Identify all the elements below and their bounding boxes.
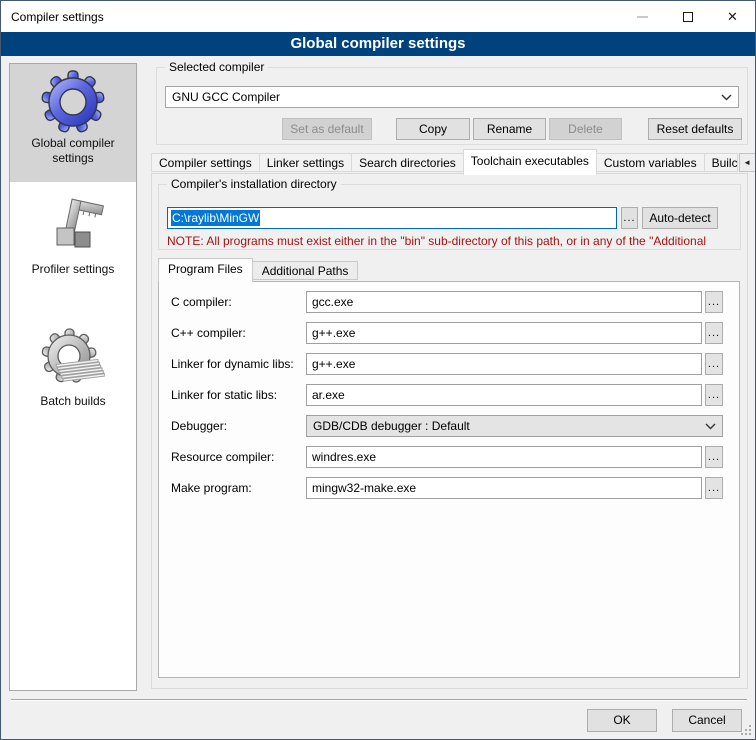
- cpp-compiler-input[interactable]: [306, 322, 702, 344]
- left-arrow-icon: ◄: [743, 158, 751, 167]
- subtab-program-files[interactable]: Program Files: [158, 258, 253, 282]
- tab-linker-settings[interactable]: Linker settings: [259, 153, 352, 172]
- subtab-additional-paths[interactable]: Additional Paths: [252, 261, 359, 280]
- debugger-label: Debugger:: [171, 419, 306, 433]
- sidebar-item-label: Global compiler settings: [10, 134, 136, 174]
- resize-grip[interactable]: [739, 723, 752, 736]
- c-compiler-row: C compiler: ...: [171, 291, 723, 313]
- cancel-button[interactable]: Cancel: [672, 709, 742, 732]
- sidebar-item-label: Batch builds: [10, 392, 136, 417]
- rename-button[interactable]: Rename: [473, 118, 546, 140]
- note-text: NOTE: All programs must exist either in …: [167, 234, 739, 248]
- debugger-value: GDB/CDB debugger : Default: [313, 419, 705, 433]
- page-title: Global compiler settings: [1, 32, 755, 56]
- resource-compiler-browse-button[interactable]: ...: [705, 446, 723, 468]
- batch-gear-icon: [41, 328, 105, 392]
- resource-compiler-label: Resource compiler:: [171, 450, 306, 464]
- dynamic-linker-input[interactable]: [306, 353, 702, 375]
- minimize-button[interactable]: [620, 1, 665, 32]
- settings-tabstrip: Compiler settings Linker settings Search…: [151, 149, 756, 176]
- sidebar-item-label: Profiler settings: [10, 260, 136, 285]
- maximize-icon: [683, 12, 693, 22]
- sidebar-item-global-compiler-settings[interactable]: Global compiler settings: [10, 64, 136, 182]
- tab-build-options-clipped[interactable]: Builc: [704, 153, 738, 172]
- set-as-default-button[interactable]: Set as default: [282, 118, 372, 140]
- blue-gear-icon: [41, 70, 105, 134]
- resource-compiler-input[interactable]: [306, 446, 702, 468]
- static-linker-label: Linker for static libs:: [171, 388, 306, 402]
- program-files-tabstrip: Program Files Additional Paths: [158, 258, 357, 282]
- tab-scroll-left-button[interactable]: ◄: [739, 153, 756, 172]
- dynamic-linker-row: Linker for dynamic libs: ...: [171, 353, 723, 375]
- close-button[interactable]: ✕: [710, 1, 755, 32]
- c-compiler-browse-button[interactable]: ...: [705, 291, 723, 313]
- make-program-browse-button[interactable]: ...: [705, 477, 723, 499]
- footer-divider: [11, 699, 747, 701]
- window-title: Compiler settings: [1, 10, 104, 24]
- make-program-input[interactable]: [306, 477, 702, 499]
- tab-compiler-settings[interactable]: Compiler settings: [151, 153, 260, 172]
- maximize-button[interactable]: [665, 1, 710, 32]
- dynamic-linker-browse-button[interactable]: ...: [705, 353, 723, 375]
- titlebar: Compiler settings ✕: [1, 1, 755, 32]
- tab-custom-variables[interactable]: Custom variables: [596, 153, 705, 172]
- c-compiler-label: C compiler:: [171, 295, 306, 309]
- c-compiler-input[interactable]: [306, 291, 702, 313]
- static-linker-browse-button[interactable]: ...: [705, 384, 723, 406]
- install-dir-selected-text: C:\raylib\MinGW: [171, 210, 260, 226]
- copy-button[interactable]: Copy: [396, 118, 470, 140]
- chevron-down-icon: [705, 419, 716, 433]
- cpp-compiler-label: C++ compiler:: [171, 326, 306, 340]
- tab-toolchain-executables[interactable]: Toolchain executables: [463, 149, 597, 175]
- cpp-compiler-row: C++ compiler: ...: [171, 322, 723, 344]
- tab-search-directories[interactable]: Search directories: [351, 153, 464, 172]
- chevron-down-icon: [721, 94, 732, 101]
- make-program-label: Make program:: [171, 481, 306, 495]
- install-dir-browse-button[interactable]: ...: [621, 207, 638, 229]
- static-linker-row: Linker for static libs: ...: [171, 384, 723, 406]
- install-dir-group-label: Compiler's installation directory: [167, 177, 341, 191]
- resource-compiler-row: Resource compiler: ...: [171, 446, 723, 468]
- caliper-icon: [41, 196, 105, 260]
- static-linker-input[interactable]: [306, 384, 702, 406]
- ok-button[interactable]: OK: [587, 709, 657, 732]
- selected-compiler-group-label: Selected compiler: [165, 60, 268, 74]
- sidebar-item-batch-builds[interactable]: Batch builds: [10, 288, 136, 418]
- debugger-row: Debugger: GDB/CDB debugger : Default: [171, 415, 723, 437]
- cpp-compiler-browse-button[interactable]: ...: [705, 322, 723, 344]
- delete-button[interactable]: Delete: [549, 118, 622, 140]
- dynamic-linker-label: Linker for dynamic libs:: [171, 357, 306, 371]
- program-files-page: C compiler: ... C++ compiler: ... Linker…: [158, 281, 740, 678]
- reset-defaults-button[interactable]: Reset defaults: [648, 118, 742, 140]
- compiler-settings-dialog: Compiler settings ✕ Global compiler sett…: [0, 0, 756, 740]
- install-dir-input[interactable]: C:\raylib\MinGW: [167, 207, 617, 229]
- settings-category-list: Global compiler settings: [9, 63, 137, 691]
- make-program-row: Make program: ...: [171, 477, 723, 499]
- selected-compiler-combobox[interactable]: GNU GCC Compiler: [165, 86, 739, 108]
- selected-compiler-value: GNU GCC Compiler: [172, 90, 717, 104]
- auto-detect-button[interactable]: Auto-detect: [642, 207, 718, 229]
- sidebar-item-profiler-settings[interactable]: Profiler settings: [10, 182, 136, 288]
- minimize-icon: [637, 16, 648, 18]
- debugger-combobox[interactable]: GDB/CDB debugger : Default: [306, 415, 723, 437]
- window-controls: ✕: [620, 1, 755, 32]
- close-icon: ✕: [727, 10, 738, 23]
